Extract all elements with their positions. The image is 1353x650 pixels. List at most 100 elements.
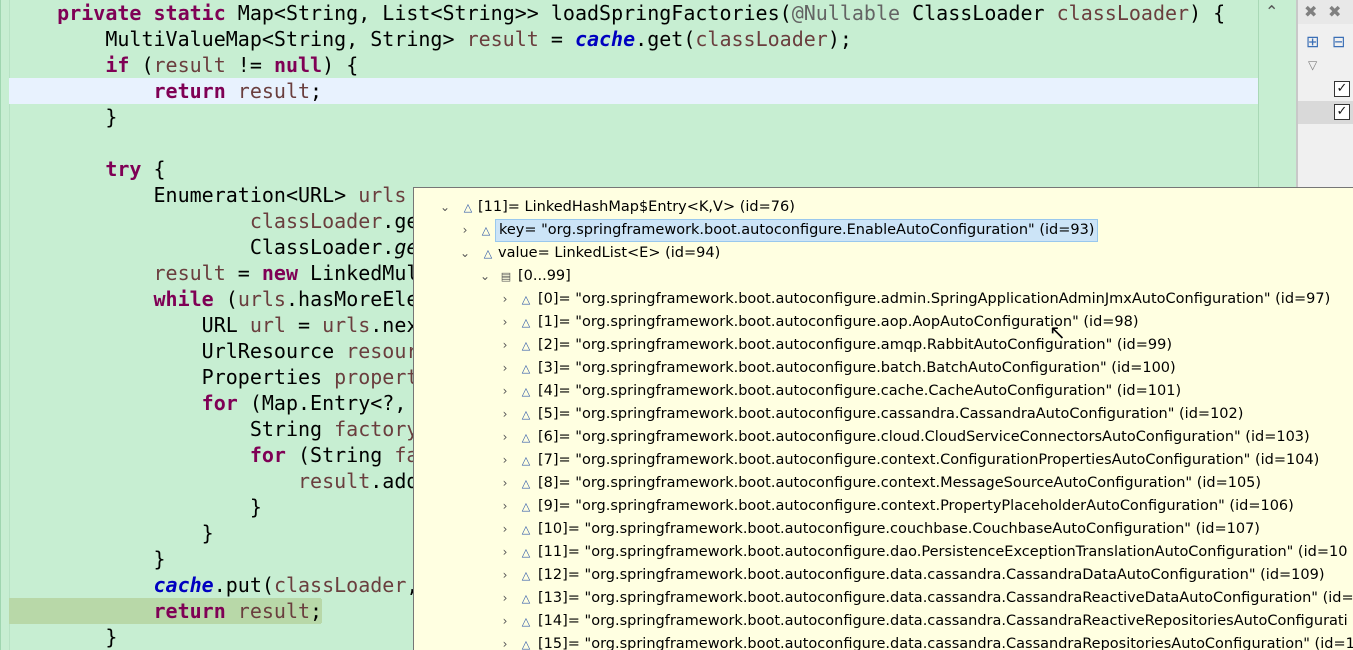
breakpoint-enabled-checkbox[interactable]: ✓ [1334,104,1350,120]
list-item-label: [1]= "org.springframework.boot.autoconfi… [538,314,1139,330]
code-line[interactable]: for (Map.Entry<?, [9,390,418,416]
code-token: ClassLoader. [249,235,395,259]
code-line[interactable]: } [9,624,117,650]
chevron-down-icon[interactable]: ⌄ [458,242,472,265]
code-line[interactable]: private static Map<String, List<String>>… [9,0,1225,26]
code-line[interactable]: ClassLoader.ge [9,234,419,260]
field-icon: △ [463,201,473,214]
code-line[interactable]: if (result != null) { [9,52,358,78]
field-icon: △ [521,362,531,375]
code-line[interactable]: } [9,520,214,546]
chevron-right-icon[interactable]: › [498,633,512,650]
collapse-all-icon[interactable]: ⊟ [1332,34,1345,50]
chevron-right-icon[interactable]: › [498,403,512,426]
code-line[interactable]: cache.put(classLoader, [9,572,419,598]
code-token: for [201,391,238,415]
code-token: ) { [1189,1,1226,25]
code-token: static [153,1,238,25]
view-menu-icon[interactable]: ▽ [1308,57,1317,73]
close-all-icon[interactable]: ✖ [1328,4,1341,20]
list-item-label: [12]= "org.springframework.boot.autoconf… [538,567,1325,583]
code-token: @Nullable [791,1,901,25]
breakpoint-row[interactable]: ✓ [1298,78,1353,101]
chevron-right-icon[interactable]: › [498,311,512,334]
code-line[interactable]: try { [9,156,165,182]
field-icon: △ [521,592,531,605]
chevron-right-icon[interactable]: › [498,587,512,610]
chevron-up-icon[interactable]: ⌃ [1265,2,1278,21]
code-token: LinkedMul [310,261,419,285]
code-line[interactable]: MultiValueMap<String, String> result = c… [9,26,852,52]
code-token: = [225,261,262,285]
code-token: result [153,261,226,285]
code-token: classLoader [695,27,828,51]
code-token: if [105,53,130,77]
expand-all-icon[interactable]: ⊞ [1306,34,1319,50]
list-item-label: [11]= "org.springframework.boot.autoconf… [538,544,1348,560]
code-token: return [153,599,238,623]
code-line[interactable]: String factory [9,416,419,442]
list-item-label: [10]= "org.springframework.boot.autoconf… [538,521,1260,537]
code-line[interactable]: result = new LinkedMul [9,260,419,286]
code-token: = [285,313,323,337]
code-line[interactable]: result.add [9,468,418,494]
chevron-down-icon[interactable]: ⌄ [438,196,452,219]
code-line[interactable]: } [9,546,166,572]
chevron-right-icon[interactable]: › [498,541,512,564]
code-token: cache [574,27,636,51]
chevron-right-icon[interactable]: › [498,380,512,403]
list-item-label: [13]= "org.springframework.boot.autoconf… [538,590,1353,606]
chevron-right-icon[interactable]: › [498,472,512,495]
field-icon: △ [483,247,493,260]
code-token: .hasMoreEle [285,287,419,311]
code-line[interactable]: for (String fa [9,442,419,468]
value-label: value= LinkedList<E> (id=94) [498,245,721,261]
code-line[interactable]: Enumeration<URL> urls [9,182,407,208]
code-token: propert [334,365,419,389]
code-line[interactable]: return result; [9,78,1259,104]
code-line[interactable]: URL url = urls.nex [9,312,419,338]
code-line[interactable]: } [9,494,262,520]
list-item-label: [15]= "org.springframework.boot.autoconf… [538,636,1353,650]
code-line[interactable]: return result; [9,598,323,624]
code-line[interactable]: classLoader.ge [9,208,419,234]
ide-window: private static Map<String, List<String>>… [0,0,1353,650]
code-line[interactable]: UrlResource resour [9,338,419,364]
code-line[interactable]: } [9,104,117,130]
code-token: Map<String, List<String>> loadSpringFact… [237,1,792,25]
list-item-label: [7]= "org.springframework.boot.autoconfi… [538,452,1320,468]
chevron-right-icon[interactable]: › [498,610,512,633]
chevron-right-icon[interactable]: › [498,564,512,587]
close-icon[interactable]: ✖ [1304,4,1317,20]
list-item-label: [2]= "org.springframework.boot.autoconfi… [538,337,1173,353]
chevron-right-icon[interactable]: › [458,219,472,242]
chevron-right-icon[interactable]: › [498,426,512,449]
list-item-label: [0]= "org.springframework.boot.autoconfi… [538,291,1331,307]
code-token: ); [827,27,852,51]
chevron-down-icon[interactable]: ⌄ [478,265,492,288]
code-token: private [57,1,154,25]
code-token: UrlResource [201,339,347,363]
code-token: result [237,599,311,623]
field-icon: △ [521,523,531,536]
code-token: result [466,27,539,51]
code-token: urls [237,287,286,311]
code-line[interactable]: while (urls.hasMoreEle [9,286,419,312]
code-token: for [249,443,286,467]
field-icon: △ [521,339,531,352]
code-line[interactable]: Properties propert [9,364,419,390]
breakpoint-row[interactable]: ✓ [1298,101,1353,124]
code-token: ; [310,79,323,103]
code-token: } [105,625,118,649]
code-token: null [273,53,323,77]
array-range-icon: ▤ [500,270,512,283]
chevron-right-icon[interactable]: › [498,495,512,518]
chevron-right-icon[interactable]: › [498,357,512,380]
breakpoint-enabled-checkbox[interactable]: ✓ [1334,81,1350,97]
chevron-right-icon[interactable]: › [498,288,512,311]
code-token: Enumeration<URL> [153,183,359,207]
chevron-right-icon[interactable]: › [498,449,512,472]
chevron-right-icon[interactable]: › [498,334,512,357]
code-token: ClassLoader [900,1,1057,25]
chevron-right-icon[interactable]: › [498,518,512,541]
